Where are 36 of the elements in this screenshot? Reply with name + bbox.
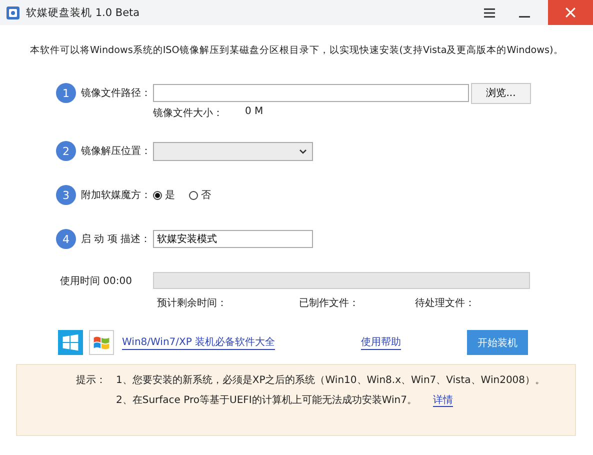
field-label: 镜像文件路径： — [81, 86, 152, 100]
windows-flag-icon[interactable] — [89, 330, 114, 355]
tips-title: 提示： — [76, 374, 107, 388]
minimize-icon[interactable] — [519, 16, 530, 18]
close-icon — [565, 7, 576, 18]
size-label: 镜像文件大小： — [153, 106, 223, 120]
location-dropdown[interactable] — [153, 142, 313, 160]
step-number: 3 — [56, 185, 76, 205]
field-label: 附加软媒魔方： — [81, 188, 152, 202]
radio-option[interactable]: 是 — [153, 188, 175, 202]
browse-button[interactable]: 浏览... — [471, 82, 531, 104]
elapsed-time: 使用时间 00:00 — [60, 274, 133, 288]
intro-text: 本软件可以将Windows系统的ISO镜像解压到某磁盘分区根目录下，以实现快速安装(支持Vista及更高版本的Windows)。 — [30, 44, 564, 57]
step-number: 4 — [56, 229, 76, 249]
details-link[interactable]: 详情 — [433, 395, 453, 407]
app-icon — [6, 6, 20, 20]
step-number: 2 — [56, 141, 76, 161]
menu-icon[interactable] — [484, 8, 495, 18]
pending-files-label: 待处理文件： — [415, 296, 476, 310]
tip-text: 2、在Surface Pro等基于UEFI的计算机上可能无法成功安装Win7。 — [116, 395, 417, 406]
chevron-icon — [299, 148, 307, 154]
radio-option[interactable]: 否 — [189, 188, 211, 202]
field-label: 启 动 项 描述： — [81, 232, 152, 246]
software-link[interactable]: Win8/Win7/XP 装机必备软件大全 — [122, 335, 276, 350]
close-button[interactable] — [548, 0, 593, 25]
windows-logo-icon[interactable] — [58, 330, 83, 355]
description-field[interactable]: 软媒安装模式 — [153, 230, 313, 248]
tip-text: 1、您要安装的新系统，必须是XP之后的系统（Win10、Win8.x、Win7、Vista、Win2008）。 — [116, 375, 546, 386]
step-number: 1 — [56, 83, 76, 103]
remaining-time-label: 预计剩余时间： — [157, 296, 228, 310]
window-title: 软媒硬盘装机 1.0 Beta — [26, 6, 140, 20]
path-field[interactable] — [153, 84, 469, 102]
done-files-label: 已制作文件： — [299, 296, 360, 310]
field-label: 镜像解压位置： — [81, 144, 152, 158]
help-link[interactable]: 使用帮助 — [361, 335, 402, 350]
size-value: 0 M — [245, 106, 264, 119]
